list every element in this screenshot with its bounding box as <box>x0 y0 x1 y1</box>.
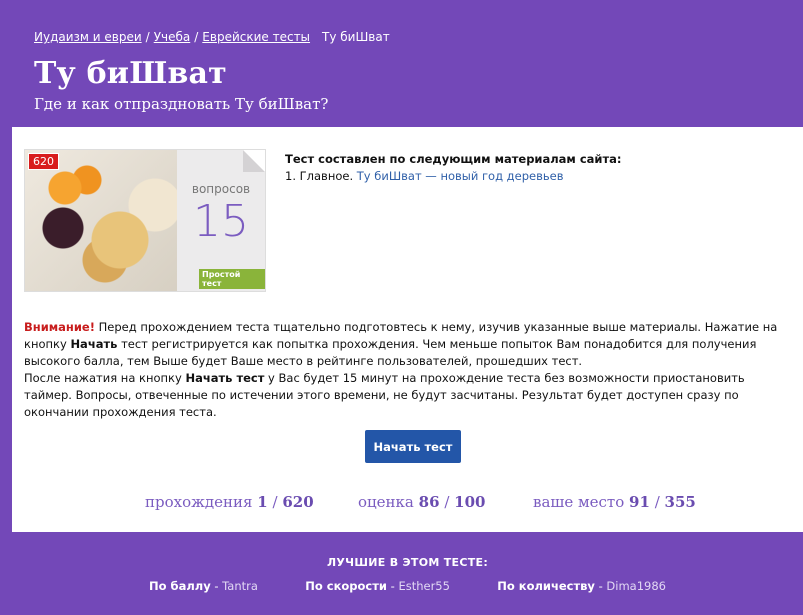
breadcrumb-current: Ту биШват <box>322 30 390 44</box>
stat-place-label: ваше место <box>533 493 625 511</box>
header: Иудаизм и евреи / Учеба / Еврейские тесты Ту … <box>12 12 803 127</box>
best-score-user[interactable]: Tantra <box>222 579 258 593</box>
stat-attempts-total: 620 <box>282 493 314 511</box>
stat-score: оценка 86 / 100 <box>358 493 485 511</box>
stat-separator: / <box>444 493 450 511</box>
best-results-row: По баллу - Tantra По скорости - Esther55… <box>12 579 803 593</box>
best-results-footer: ЛУЧШИЕ В ЭТОМ ТЕСТЕ: По баллу - Tantra П… <box>12 532 803 615</box>
page-subtitle: Где и как отпраздновать Ту биШват? <box>34 95 329 113</box>
instructions-text: Внимание! Перед прохождением теста тщате… <box>24 319 794 421</box>
stat-place-total: 355 <box>664 493 696 511</box>
test-cover: 620 вопросов 15 Простой тест <box>24 149 266 292</box>
materials-heading: Тест составлен по следующим материалам с… <box>285 152 622 166</box>
best-dash: - <box>594 579 607 593</box>
stat-score-label: оценка <box>358 493 414 511</box>
questions-label: вопросов <box>191 182 251 196</box>
best-dash: - <box>210 579 223 593</box>
breadcrumb-link-tests[interactable]: Еврейские тесты <box>202 30 310 44</box>
stat-attempts: прохождения 1 / 620 <box>145 493 314 511</box>
best-results-title: ЛУЧШИЕ В ЭТОМ ТЕСТЕ: <box>326 556 489 569</box>
materials-item-link[interactable]: Ту биШват — новый год деревьев <box>357 169 564 183</box>
page: Иудаизм и евреи / Учеба / Еврейские тесты Ту … <box>0 0 803 615</box>
start-test-button[interactable]: Начать тест <box>365 430 461 463</box>
breadcrumb-link-judaism[interactable]: Иудаизм и евреи <box>34 30 142 44</box>
notice-text: После нажатия на кнопку <box>24 371 186 385</box>
stat-attempts-value: 1 <box>257 493 268 511</box>
dried-fruit-image <box>25 150 185 291</box>
stat-attempts-label: прохождения <box>145 493 253 511</box>
page-fold-icon <box>243 150 265 172</box>
notice-emphasis: Начать <box>70 337 118 351</box>
best-count-user[interactable]: Dima1986 <box>606 579 666 593</box>
notice-emphasis: Начать тест <box>185 371 265 385</box>
best-speed-label: По скорости <box>305 579 387 593</box>
page-title: Ту биШват <box>34 56 227 91</box>
stat-separator: / <box>272 493 278 511</box>
test-info-panel: 620 вопросов 15 Простой тест Тест состав… <box>12 127 803 532</box>
questions-card: вопросов 15 Простой тест <box>177 150 265 291</box>
breadcrumb-link-study[interactable]: Учеба <box>154 30 191 44</box>
breadcrumb-separator: / <box>145 30 150 44</box>
materials-item: 1. Главное. Ту биШват — новый год деревь… <box>285 169 622 183</box>
questions-count: 15 <box>193 196 249 247</box>
stat-score-total: 100 <box>454 493 486 511</box>
materials-item-prefix: 1. Главное. <box>285 169 354 183</box>
stat-separator: / <box>654 493 660 511</box>
attempts-badge: 620 <box>28 153 59 170</box>
breadcrumb: Иудаизм и евреи / Учеба / Еврейские тесты Ту … <box>34 30 390 44</box>
best-speed-user[interactable]: Esther55 <box>398 579 450 593</box>
best-score-label: По баллу <box>149 579 211 593</box>
best-dash: - <box>386 579 399 593</box>
stat-place-value: 91 <box>629 493 650 511</box>
breadcrumb-separator: / <box>194 30 199 44</box>
materials-list: Тест составлен по следующим материалам с… <box>285 152 622 183</box>
stat-place: ваше место 91 / 355 <box>533 493 696 511</box>
level-badge: Простой тест <box>199 269 265 289</box>
best-count-label: По количеству <box>497 579 595 593</box>
warning-label: Внимание! <box>24 320 95 334</box>
notice-text: тест регистрируется как попытка прохожде… <box>24 337 757 368</box>
stat-score-value: 86 <box>418 493 440 511</box>
